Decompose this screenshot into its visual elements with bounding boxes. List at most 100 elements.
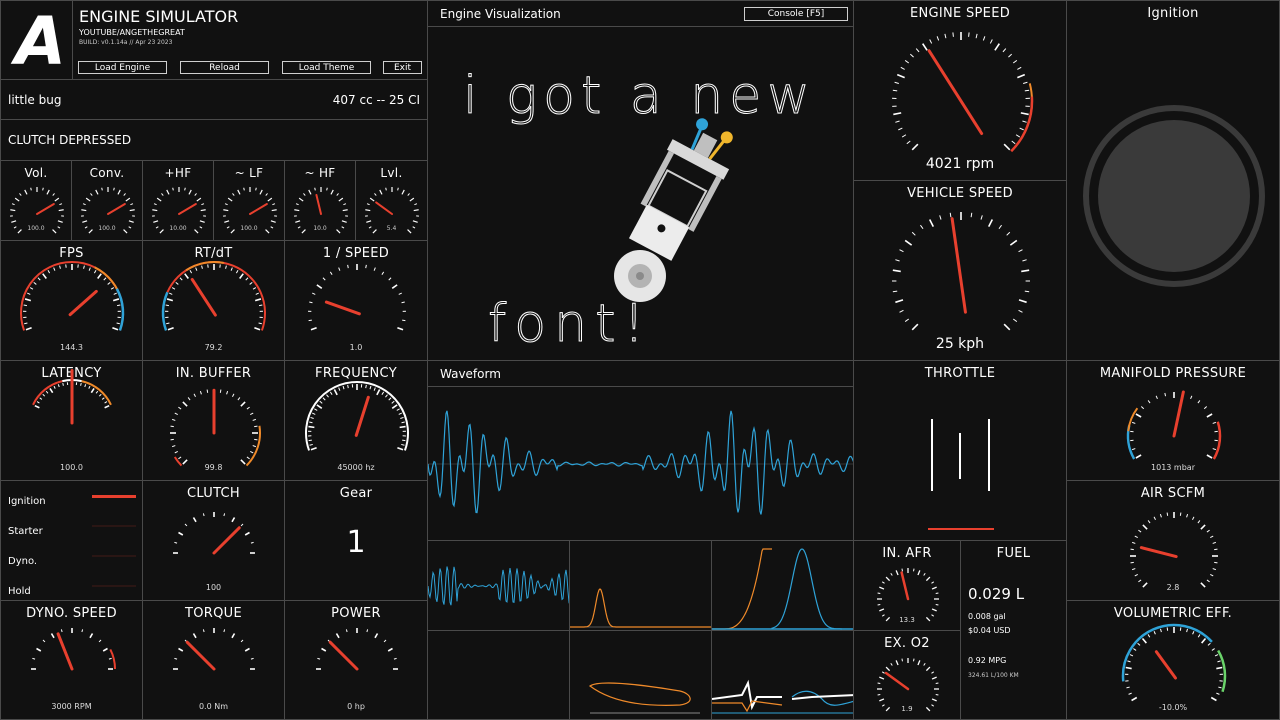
plot-flow-lines <box>711 630 854 720</box>
power-value: 0 hp <box>347 702 365 711</box>
audio-gauge-vol: Vol. 100.0 <box>0 160 72 241</box>
engine-visualization-panel: Engine Visualization Console [F5] i got … <box>427 0 854 361</box>
engine-speed-value: 4021 rpm <box>925 156 995 172</box>
toggle-starter-label: Starter <box>8 526 43 537</box>
handwritten-note-top: i got a new <box>463 66 816 126</box>
gear-panel: Gear 1 <box>284 480 428 601</box>
vehicle-speed-panel: VEHICLE SPEED 25 kph <box>853 180 1067 361</box>
audio-gauge-value: 10.00 <box>169 225 187 232</box>
fuel-panel: FUEL 0.029 L 0.008 gal $0.04 USD 0.92 MP… <box>960 540 1067 720</box>
engine-cylinder-icon <box>628 118 733 261</box>
header-panel: A ENGINE SIMULATOR YOUTUBE/ANGETHEGREAT … <box>0 0 428 80</box>
plot-intake-flow <box>569 540 712 631</box>
clutch-status-panel: CLUTCH DEPRESSED <box>0 119 428 161</box>
audio-gauge-value: 100.0 <box>98 225 116 232</box>
engine-speed-panel: ENGINE SPEED 4021 rpm <box>853 0 1067 181</box>
latency-value: 100.0 <box>60 463 83 472</box>
power-panel: POWER 0 hp <box>284 600 428 720</box>
volumetric-panel: VOLUMETRIC EFF. -10.0% <box>1066 600 1280 720</box>
latency-panel: LATENCY 100.0 <box>0 360 143 481</box>
clutch-value: 100 <box>205 583 222 592</box>
plot-pv-diagram <box>569 630 712 720</box>
toggle-hold-label: Hold <box>8 586 31 597</box>
fps-panel: FPS 144.3 <box>0 240 143 361</box>
ignition-panel: Ignition <box>1066 0 1280 361</box>
waveform-plot <box>428 410 853 515</box>
toggle-hold-indicator <box>92 585 136 587</box>
audio-gauge-conv: Conv. 100.0 <box>71 160 143 241</box>
throttle-indicator <box>928 419 994 530</box>
toggle-starter-indicator <box>92 525 136 527</box>
vehicle-speed-gauge <box>892 212 1030 331</box>
manifold-value: 1013 mbar <box>1151 463 1195 472</box>
toggle-starter[interactable]: Starter <box>8 519 136 537</box>
toggles-panel: Ignition Starter Dyno. Hold <box>0 480 143 601</box>
clutch-status: CLUTCH DEPRESSED <box>8 133 132 147</box>
app-logo: A <box>1 1 73 79</box>
air-scfm-panel: AIR SCFM 2.8 <box>1066 480 1280 601</box>
clutch-panel: CLUTCH 100 <box>142 480 285 601</box>
gear-value: 1 <box>346 525 366 560</box>
engine-name-panel: little bug 407 cc -- 25 CI <box>0 79 428 120</box>
toggle-dyno-indicator <box>92 555 136 557</box>
torque-value: 0.0 Nm <box>198 702 229 711</box>
fuel-l-per-km: 324.61 L/100 KM <box>968 672 1019 679</box>
handwritten-note-bottom: font! <box>488 294 652 354</box>
frequency-panel: FREQUENCY 45000 hz <box>284 360 428 481</box>
engine-displacement: 407 cc -- 25 CI <box>332 93 420 107</box>
ignition-indicator <box>1083 105 1265 287</box>
toggle-ignition[interactable]: Ignition <box>8 489 136 507</box>
load-theme-button[interactable]: Load Theme <box>282 61 371 74</box>
toggle-dyno-label: Dyno. <box>8 556 38 567</box>
manifold-panel: MANIFOLD PRESSURE 1013 mbar <box>1066 360 1280 481</box>
toggle-hold[interactable]: Hold <box>8 579 136 597</box>
engine-name: little bug <box>8 93 62 107</box>
audio-gauge-hf-plus: +HF 10.00 <box>142 160 214 241</box>
audio-gauge-value: 100.0 <box>27 225 45 232</box>
app-title: ENGINE SIMULATOR <box>79 7 239 26</box>
air-scfm-value: 2.8 <box>1166 583 1180 592</box>
build-label: BUILD: v0.1.14a // Apr 23 2023 <box>79 39 173 46</box>
audio-gauge-value: 10.0 <box>313 225 327 232</box>
frequency-value: 45000 hz <box>337 463 375 472</box>
fuel-cost: $0.04 USD <box>968 626 1011 635</box>
throttle-panel: THROTTLE <box>853 360 1067 541</box>
audio-gauge-lvl: Lvl. 5.4 <box>355 160 428 241</box>
in-afr-panel: IN. AFR 13.3 <box>853 540 961 631</box>
engine-drawing: i got a new font! <box>463 66 816 355</box>
gear-title: Gear <box>339 486 373 501</box>
audio-gauge-hf: ~ HF 10.0 <box>284 160 356 241</box>
dyno-speed-value: 3000 RPM <box>51 702 92 711</box>
fps-value: 144.3 <box>60 343 83 352</box>
fuel-liters: 0.029 L <box>968 585 1025 603</box>
reload-button[interactable]: Reload <box>180 61 269 74</box>
inv-speed-value: 1.0 <box>349 343 363 352</box>
load-engine-button[interactable]: Load Engine <box>78 61 167 74</box>
rt-panel: RT/dT 79.2 <box>142 240 285 361</box>
rt-value: 79.2 <box>204 343 223 352</box>
audio-gauge-lf: ~ LF 100.0 <box>213 160 285 241</box>
toggle-dyno[interactable]: Dyno. <box>8 549 136 567</box>
in-buffer-value: 99.8 <box>204 463 223 472</box>
dyno-speed-panel: DYNO. SPEED 3000 RPM <box>0 600 143 720</box>
audio-gauge-value: 100.0 <box>240 225 258 232</box>
ex-o2-panel: EX. O2 1.9 <box>853 630 961 720</box>
toggle-ignition-label: Ignition <box>8 496 46 507</box>
vehicle-speed-value: 25 kph <box>935 336 985 352</box>
fuel-title: FUEL <box>996 546 1031 561</box>
audio-gauge-value: 5.4 <box>386 225 397 232</box>
in-afr-value: 13.3 <box>899 616 915 624</box>
fuel-mpg: 0.92 MPG <box>968 656 1007 665</box>
waveform-panel: Waveform <box>427 360 854 541</box>
torque-panel: TORQUE 0.0 Nm <box>142 600 285 720</box>
plot-valve-lift <box>711 540 854 631</box>
toggle-ignition-indicator <box>92 495 136 498</box>
in-buffer-panel: IN. BUFFER 99.8 <box>142 360 285 481</box>
channel-label: YOUTUBE/ANGETHEGREAT <box>79 28 185 37</box>
engine-speed-gauge <box>892 32 1034 153</box>
plot-audio-mini <box>427 540 570 631</box>
exit-button[interactable]: Exit <box>383 61 422 74</box>
fuel-gallons: 0.008 gal <box>968 612 1006 621</box>
plot-empty <box>427 630 570 720</box>
inv-speed-panel: 1 / SPEED 1.0 <box>284 240 428 361</box>
